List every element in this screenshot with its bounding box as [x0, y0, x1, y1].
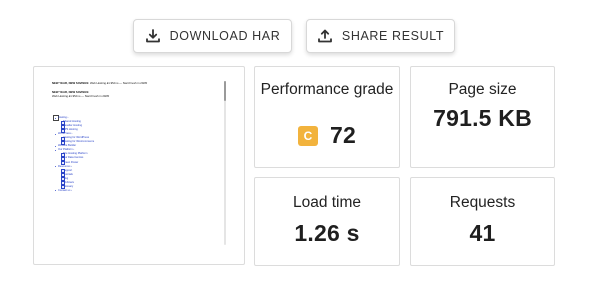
requests-value: 41 [469, 220, 496, 246]
preview-menu-item: Contact us › [52, 189, 172, 193]
preview-nav-menu: Hosting › Shared Hosting Reseller Hosting V… [52, 116, 172, 193]
performance-grade-value: C 72 [255, 122, 399, 149]
preview-line: Web Hosting £1.95/mo — Start Fresh in 20… [52, 94, 110, 98]
performance-grade-label: Performance grade [260, 81, 394, 98]
share-icon [317, 28, 333, 44]
page-size-value: 791.5 KB [433, 105, 532, 131]
page-size-label: Page size [448, 81, 517, 98]
download-icon [145, 28, 161, 44]
preview-header: NEW YEAR, NEW SAVINGS: Web Hosting £1.95… [52, 81, 222, 98]
load-time-label: Load time [292, 194, 362, 211]
share-result-label: SHARE RESULT [341, 29, 445, 43]
performance-grade-card: Performance grade C 72 [254, 66, 400, 168]
performance-score: 72 [330, 122, 356, 148]
download-har-button[interactable]: DOWNLOAD HAR [133, 19, 292, 53]
grade-badge: C [298, 125, 318, 146]
load-time-value: 1.26 s [294, 220, 360, 246]
toolbar: DOWNLOAD HAR SHARE RESULT [0, 19, 600, 55]
page-screenshot-preview[interactable]: NEW YEAR, NEW SAVINGS: Web Hosting £1.95… [33, 66, 245, 265]
download-har-label: DOWNLOAD HAR [169, 29, 281, 43]
preview-scroll-thumb[interactable] [224, 81, 226, 101]
requests-card: Requests 41 [410, 177, 555, 266]
preview-scrollbar[interactable] [224, 81, 226, 245]
page-size-card: Page size 791.5 KB [410, 66, 555, 168]
share-result-button[interactable]: SHARE RESULT [306, 19, 455, 53]
requests-label: Requests [449, 194, 516, 211]
load-time-card: Load time 1.26 s [254, 177, 400, 266]
